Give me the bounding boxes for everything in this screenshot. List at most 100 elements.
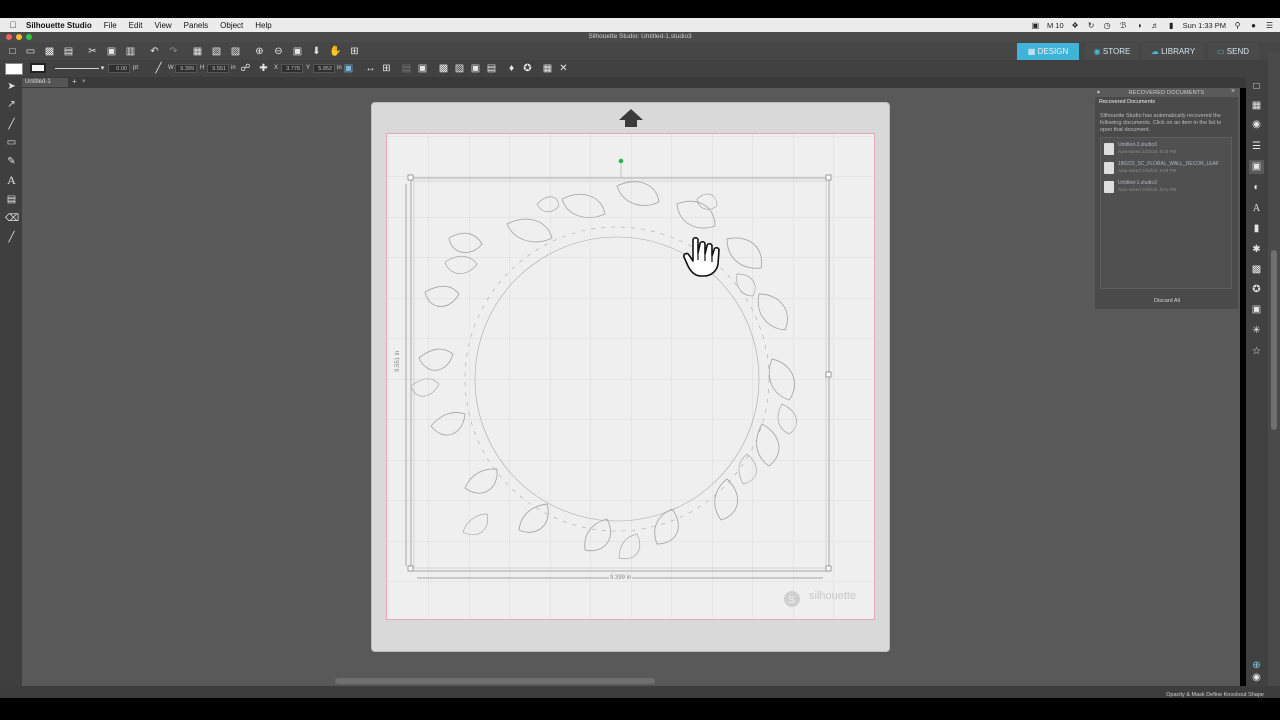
- replicate-panel-icon[interactable]: ✱: [1249, 243, 1264, 257]
- zoom-window-button[interactable]: [26, 34, 32, 40]
- group-icon[interactable]: ▩: [437, 62, 450, 75]
- open-folder-icon[interactable]: ▭: [24, 45, 37, 58]
- line-tool-icon[interactable]: ╱: [152, 62, 165, 75]
- menu-panels[interactable]: Panels: [178, 21, 214, 30]
- grid-icon[interactable]: ▦: [1249, 99, 1264, 113]
- fit-to-page-icon[interactable]: ⬇: [310, 45, 323, 58]
- send-tab-button[interactable]: ▭ SEND: [1208, 43, 1258, 60]
- select-all-icon[interactable]: ▦: [191, 45, 204, 58]
- panel-collapse-icon[interactable]: ▴: [1097, 88, 1100, 95]
- menu-help[interactable]: Help: [249, 21, 277, 30]
- volume-icon[interactable]: ♬: [1151, 21, 1160, 30]
- store-tab-button[interactable]: ◉ STORE: [1086, 43, 1138, 60]
- line-width-field[interactable]: 0.00: [108, 64, 130, 73]
- menu-object[interactable]: Object: [214, 21, 249, 30]
- fill-panel-icon[interactable]: ☰: [1249, 140, 1264, 154]
- pixscan-panel-icon[interactable]: ✳: [1249, 324, 1264, 338]
- tab-close-icon[interactable]: ×: [82, 78, 86, 87]
- menubar-clock[interactable]: Sun 1:33 PM: [1183, 21, 1226, 30]
- lock-aspect-icon[interactable]: ☍: [239, 62, 252, 75]
- sync-icon[interactable]: ↻: [1087, 21, 1096, 30]
- flip-horizontal-icon[interactable]: ↔: [364, 62, 377, 75]
- x-position-field[interactable]: 3.778: [281, 64, 303, 73]
- menu-file[interactable]: File: [98, 21, 123, 30]
- zoom-out-icon[interactable]: ⊖: [272, 45, 285, 58]
- time-machine-icon[interactable]: ◷: [1103, 21, 1112, 30]
- cut-icon[interactable]: ✂: [86, 45, 99, 58]
- pointer-tool-icon[interactable]: ➤: [5, 80, 18, 93]
- undo-icon[interactable]: ↶: [148, 45, 161, 58]
- apple-logo-icon[interactable]: : [6, 20, 20, 30]
- dropbox-icon[interactable]: ❖: [1071, 21, 1080, 30]
- tab-untitled-1[interactable]: Untitled-1 ×: [22, 78, 86, 87]
- rectangle-icon[interactable]: ▭: [5, 136, 18, 149]
- line-draw-icon[interactable]: ╱: [5, 118, 18, 131]
- wifi-icon[interactable]: ◑: [1135, 21, 1144, 30]
- design-tab-button[interactable]: ▦ DESIGN: [1017, 43, 1079, 60]
- recovered-file-item[interactable]: Untitled-3.studio3 Auto-saved 1/21/18, 8…: [1104, 141, 1230, 159]
- search-icon[interactable]: ⚲: [1233, 21, 1242, 30]
- modify-panel-icon[interactable]: ▩: [1249, 263, 1264, 277]
- send-backward-icon[interactable]: ▤: [485, 62, 498, 75]
- line-style-selector[interactable]: [55, 68, 99, 69]
- text-tool-icon[interactable]: A: [5, 174, 18, 187]
- battery-icon[interactable]: ▮: [1167, 21, 1176, 30]
- print-icon[interactable]: ▤: [62, 45, 75, 58]
- horizontal-scroll-thumb[interactable]: [335, 678, 655, 684]
- fill-color-swatch[interactable]: [5, 63, 23, 75]
- add-page-icon[interactable]: ⊞: [348, 45, 361, 58]
- bring-forward-icon[interactable]: ▣: [469, 62, 482, 75]
- close-window-button[interactable]: [6, 34, 12, 40]
- knife-icon[interactable]: ╱: [5, 231, 18, 244]
- zoom-box-icon[interactable]: ▣: [291, 45, 304, 58]
- menu-edit[interactable]: Edit: [123, 21, 149, 30]
- bluetooth-icon[interactable]: ℬ: [1119, 21, 1128, 30]
- vertical-scrollbar[interactable]: [1268, 52, 1280, 689]
- y-position-field[interactable]: 5.952: [313, 64, 335, 73]
- text-panel-icon[interactable]: A: [1249, 202, 1264, 216]
- menu-app-name[interactable]: Silhouette Studio: [20, 21, 98, 30]
- menubar-count[interactable]: M 10: [1047, 21, 1064, 30]
- close-x-icon[interactable]: ✕: [557, 62, 570, 75]
- ungroup-icon[interactable]: ▨: [453, 62, 466, 75]
- select-by-color-icon[interactable]: ▨: [229, 45, 242, 58]
- line-color-swatch[interactable]: [30, 63, 46, 73]
- height-field[interactable]: 9.551: [207, 64, 229, 73]
- line-panel-icon[interactable]: ▣: [1249, 160, 1264, 174]
- vertical-scroll-thumb[interactable]: [1271, 250, 1277, 430]
- width-field[interactable]: 9.399: [175, 64, 197, 73]
- fill-bucket-icon[interactable]: ▤: [5, 193, 18, 206]
- eraser-icon[interactable]: ⌫: [5, 212, 19, 225]
- panel-close-icon[interactable]: ×: [1231, 88, 1235, 95]
- align-panel-icon[interactable]: ▮: [1249, 222, 1264, 236]
- library-tab-button[interactable]: ☁ LIBRARY: [1142, 43, 1204, 60]
- recovered-file-item[interactable]: Untitled-1.studio3 Auto-saved 2/25/18, 8…: [1104, 179, 1230, 197]
- copy-icon[interactable]: ▣: [105, 45, 118, 58]
- pan-hand-icon[interactable]: ✋: [329, 45, 342, 58]
- align-icon[interactable]: ▣: [342, 62, 355, 75]
- move-cross-icon[interactable]: ✚: [257, 62, 270, 75]
- recovered-file-item[interactable]: 180222_SC_FLORAL_WALL_DECOR_LEAF Auto-sa…: [1104, 160, 1230, 178]
- trace-panel-icon[interactable]: ▣: [1249, 303, 1264, 317]
- menu-list-icon[interactable]: ☰: [1265, 21, 1274, 30]
- offset-star-icon[interactable]: ✪: [521, 62, 534, 75]
- deselect-icon[interactable]: ▧: [210, 45, 223, 58]
- new-document-icon[interactable]: □: [6, 45, 19, 58]
- registration-marks-icon[interactable]: ◉: [1249, 118, 1264, 132]
- center-icon[interactable]: ⊞: [380, 62, 393, 75]
- menu-view[interactable]: View: [148, 21, 177, 30]
- weld-icon[interactable]: ♦: [505, 62, 518, 75]
- discard-all-button[interactable]: Discard All: [1115, 296, 1219, 306]
- user-avatar-icon[interactable]: ●: [1249, 21, 1258, 30]
- replicate-icon[interactable]: ▤: [400, 62, 413, 75]
- edit-points-icon[interactable]: ↗: [5, 98, 18, 111]
- redo-icon[interactable]: ↷: [167, 45, 180, 58]
- rotate-handle[interactable]: [618, 158, 624, 164]
- zoom-in-icon[interactable]: ⊕: [253, 45, 266, 58]
- cut-area[interactable]: S 9.399 in 9.551 in silhouette: [386, 133, 875, 620]
- calendar-icon[interactable]: ▣: [1031, 21, 1040, 30]
- rotate-icon[interactable]: ▣: [416, 62, 429, 75]
- offset-panel-icon[interactable]: ✪: [1249, 283, 1264, 297]
- page-setup-icon[interactable]: □: [1249, 80, 1264, 94]
- new-tab-icon[interactable]: +: [72, 77, 77, 86]
